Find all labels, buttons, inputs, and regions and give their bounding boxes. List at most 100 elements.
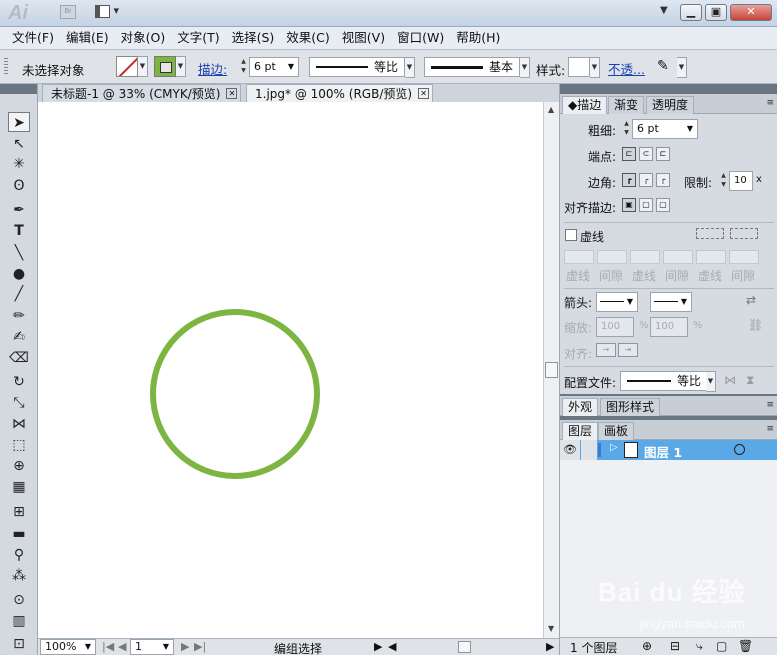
menu-file[interactable]: 文件(F)	[6, 27, 60, 49]
tab-stroke[interactable]: ◆描边	[562, 96, 608, 114]
start-scale-field[interactable]: 100	[596, 317, 634, 337]
maximize-button[interactable]: ▣	[705, 4, 727, 21]
align-center-icon[interactable]: ▣	[622, 198, 636, 212]
flip-across-icon[interactable]: ⧗	[746, 373, 754, 388]
hscroll-thumb[interactable]	[458, 641, 471, 653]
tab-document-2[interactable]: 1.jpg* @ 100% (RGB/预览) ✕	[246, 84, 434, 102]
align-dash-corners-icon[interactable]	[730, 228, 758, 239]
clipping-mask-icon[interactable]: ⊟	[670, 639, 680, 653]
link-scale-icon[interactable]: ⛓	[748, 318, 763, 332]
pen-tool-icon[interactable]: ✒	[8, 200, 30, 220]
butt-cap-icon[interactable]: ⊏	[622, 147, 636, 161]
mesh-tool-icon[interactable]: ⊞	[8, 502, 30, 522]
menu-object[interactable]: 对象(O)	[115, 27, 172, 49]
stroke-panel-link[interactable]: 描边:	[198, 59, 227, 78]
scroll-up-icon[interactable]: ▲	[548, 105, 554, 114]
lasso-tool-icon[interactable]: ʘ	[8, 176, 30, 196]
scroll-left-icon[interactable]: ◀	[388, 640, 396, 653]
magic-wand-tool-icon[interactable]: ✳	[8, 154, 30, 174]
workspace-dropdown-icon[interactable]: ▼	[660, 5, 668, 16]
type-tool-icon[interactable]: T	[8, 221, 30, 241]
eyedropper-tool-icon[interactable]: ⚲	[8, 545, 30, 565]
scroll-right-icon[interactable]: ▶	[546, 640, 554, 653]
wand-icon[interactable]: ✎	[657, 58, 669, 74]
paintbrush-tool-icon[interactable]: ╱	[8, 284, 30, 304]
weight-field[interactable]: 6 pt ▼	[632, 119, 698, 139]
eraser-tool-icon[interactable]: ⌫	[8, 348, 30, 368]
fill-swatch[interactable]	[116, 56, 138, 77]
brush-dropdown-icon[interactable]: ▼	[520, 57, 530, 78]
end-arrowhead-dropdown[interactable]: ▼	[650, 292, 692, 312]
tab-document-1[interactable]: 未标题-1 @ 33% (CMYK/预览) ✕	[42, 84, 242, 102]
gap-field-1[interactable]	[597, 250, 627, 264]
stroke-weight-field[interactable]: 6 pt ▼	[249, 57, 299, 77]
style-dropdown-icon[interactable]: ▼	[590, 57, 600, 78]
flip-along-icon[interactable]: ⋈	[724, 373, 736, 387]
grip-handle[interactable]	[4, 58, 8, 76]
expand-triangle-icon[interactable]: ▷	[610, 442, 618, 453]
ellipse-tool-icon[interactable]: ●	[8, 264, 30, 284]
stroke-weight-stepper[interactable]: ▲ ▼	[238, 57, 249, 77]
line-tool-icon[interactable]: ╲	[8, 243, 30, 263]
bridge-button[interactable]: Br	[60, 5, 76, 19]
layer-row[interactable]: 👁 ▷ 图层 1	[560, 440, 777, 460]
dashed-line-checkbox[interactable]	[565, 229, 577, 241]
gradient-tool-icon[interactable]: ▬	[8, 524, 30, 544]
green-circle[interactable]	[150, 309, 320, 479]
lock-toggle[interactable]	[581, 440, 597, 460]
tools-panel-header[interactable]	[0, 84, 37, 94]
tab-layers[interactable]: 图层	[562, 422, 599, 440]
profile-dropdown-icon[interactable]: ▼	[405, 57, 415, 78]
next-artboard-icon[interactable]: ▶	[181, 640, 189, 653]
graphic-style-swatch[interactable]	[568, 57, 590, 77]
target-circle-icon[interactable]	[734, 444, 745, 455]
end-scale-field[interactable]: 100	[650, 317, 688, 337]
brush-definition-dropdown[interactable]: 基本	[424, 57, 520, 77]
opacity-link[interactable]: 不透...	[608, 59, 645, 78]
profile-dropdown[interactable]: 等比	[620, 371, 716, 391]
start-arrowhead-dropdown[interactable]: ▼	[596, 292, 638, 312]
menu-type[interactable]: 文字(T)	[171, 27, 225, 49]
menu-edit[interactable]: 编辑(E)	[60, 27, 115, 49]
round-cap-icon[interactable]: ⊂	[639, 147, 653, 161]
gap-field-3[interactable]	[729, 250, 759, 264]
column-graph-tool-icon[interactable]: ▥	[8, 611, 30, 631]
direct-selection-tool-icon[interactable]: ↖	[8, 134, 30, 154]
miter-join-icon[interactable]: ┏	[622, 173, 636, 187]
perspective-grid-tool-icon[interactable]: ▦	[8, 477, 30, 497]
limit-field[interactable]: 10	[729, 171, 753, 191]
free-transform-tool-icon[interactable]: ⬚	[8, 435, 30, 455]
panel-menu-icon[interactable]: ≡	[766, 400, 774, 410]
tab-appearance[interactable]: 外观	[562, 398, 599, 416]
weight-stepper[interactable]: ▲ ▼	[621, 119, 632, 139]
close-window-button[interactable]: ✕	[730, 4, 772, 21]
tab-graphic-styles[interactable]: 图形样式	[600, 398, 661, 416]
stroke-dropdown-icon[interactable]: ▼	[176, 56, 186, 77]
last-artboard-icon[interactable]: ▶|	[194, 640, 206, 653]
status-menu-icon[interactable]: ▶	[374, 640, 382, 653]
fill-dropdown-icon[interactable]: ▼	[138, 56, 148, 77]
menu-window[interactable]: 窗口(W)	[391, 27, 450, 49]
pencil-tool-icon[interactable]: ✏	[8, 306, 30, 326]
width-tool-icon[interactable]: ⋈	[8, 414, 30, 434]
artboard-number-field[interactable]: 1 ▼	[130, 639, 174, 655]
panel-menu-icon[interactable]: ≡	[766, 424, 774, 434]
swap-arrowheads-icon[interactable]: ⇄	[746, 293, 756, 307]
dash-field-1[interactable]	[564, 250, 594, 264]
profile-dropdown-icon[interactable]: ▼	[706, 371, 716, 392]
artboard-canvas[interactable]	[38, 102, 543, 638]
scroll-thumb[interactable]	[545, 362, 558, 378]
first-artboard-icon[interactable]: |◀	[102, 640, 114, 653]
variable-width-profile-dropdown[interactable]: 等比	[309, 57, 405, 77]
symbol-sprayer-tool-icon[interactable]: ⊙	[8, 590, 30, 610]
menu-help[interactable]: 帮助(H)	[450, 27, 506, 49]
layer-name[interactable]: 图层 1	[644, 442, 682, 461]
selection-tool-icon[interactable]: ➤	[8, 112, 30, 132]
artboard-tool-icon[interactable]: ⊡	[8, 634, 30, 654]
new-sublayer-icon[interactable]: ⤷	[696, 639, 703, 654]
round-join-icon[interactable]: ╭	[639, 173, 653, 187]
dash-field-3[interactable]	[696, 250, 726, 264]
blend-tool-icon[interactable]: ⁂	[8, 566, 30, 586]
tab-transparency[interactable]: 透明度	[646, 96, 695, 114]
wand-dropdown-icon[interactable]: ▼	[677, 57, 687, 78]
